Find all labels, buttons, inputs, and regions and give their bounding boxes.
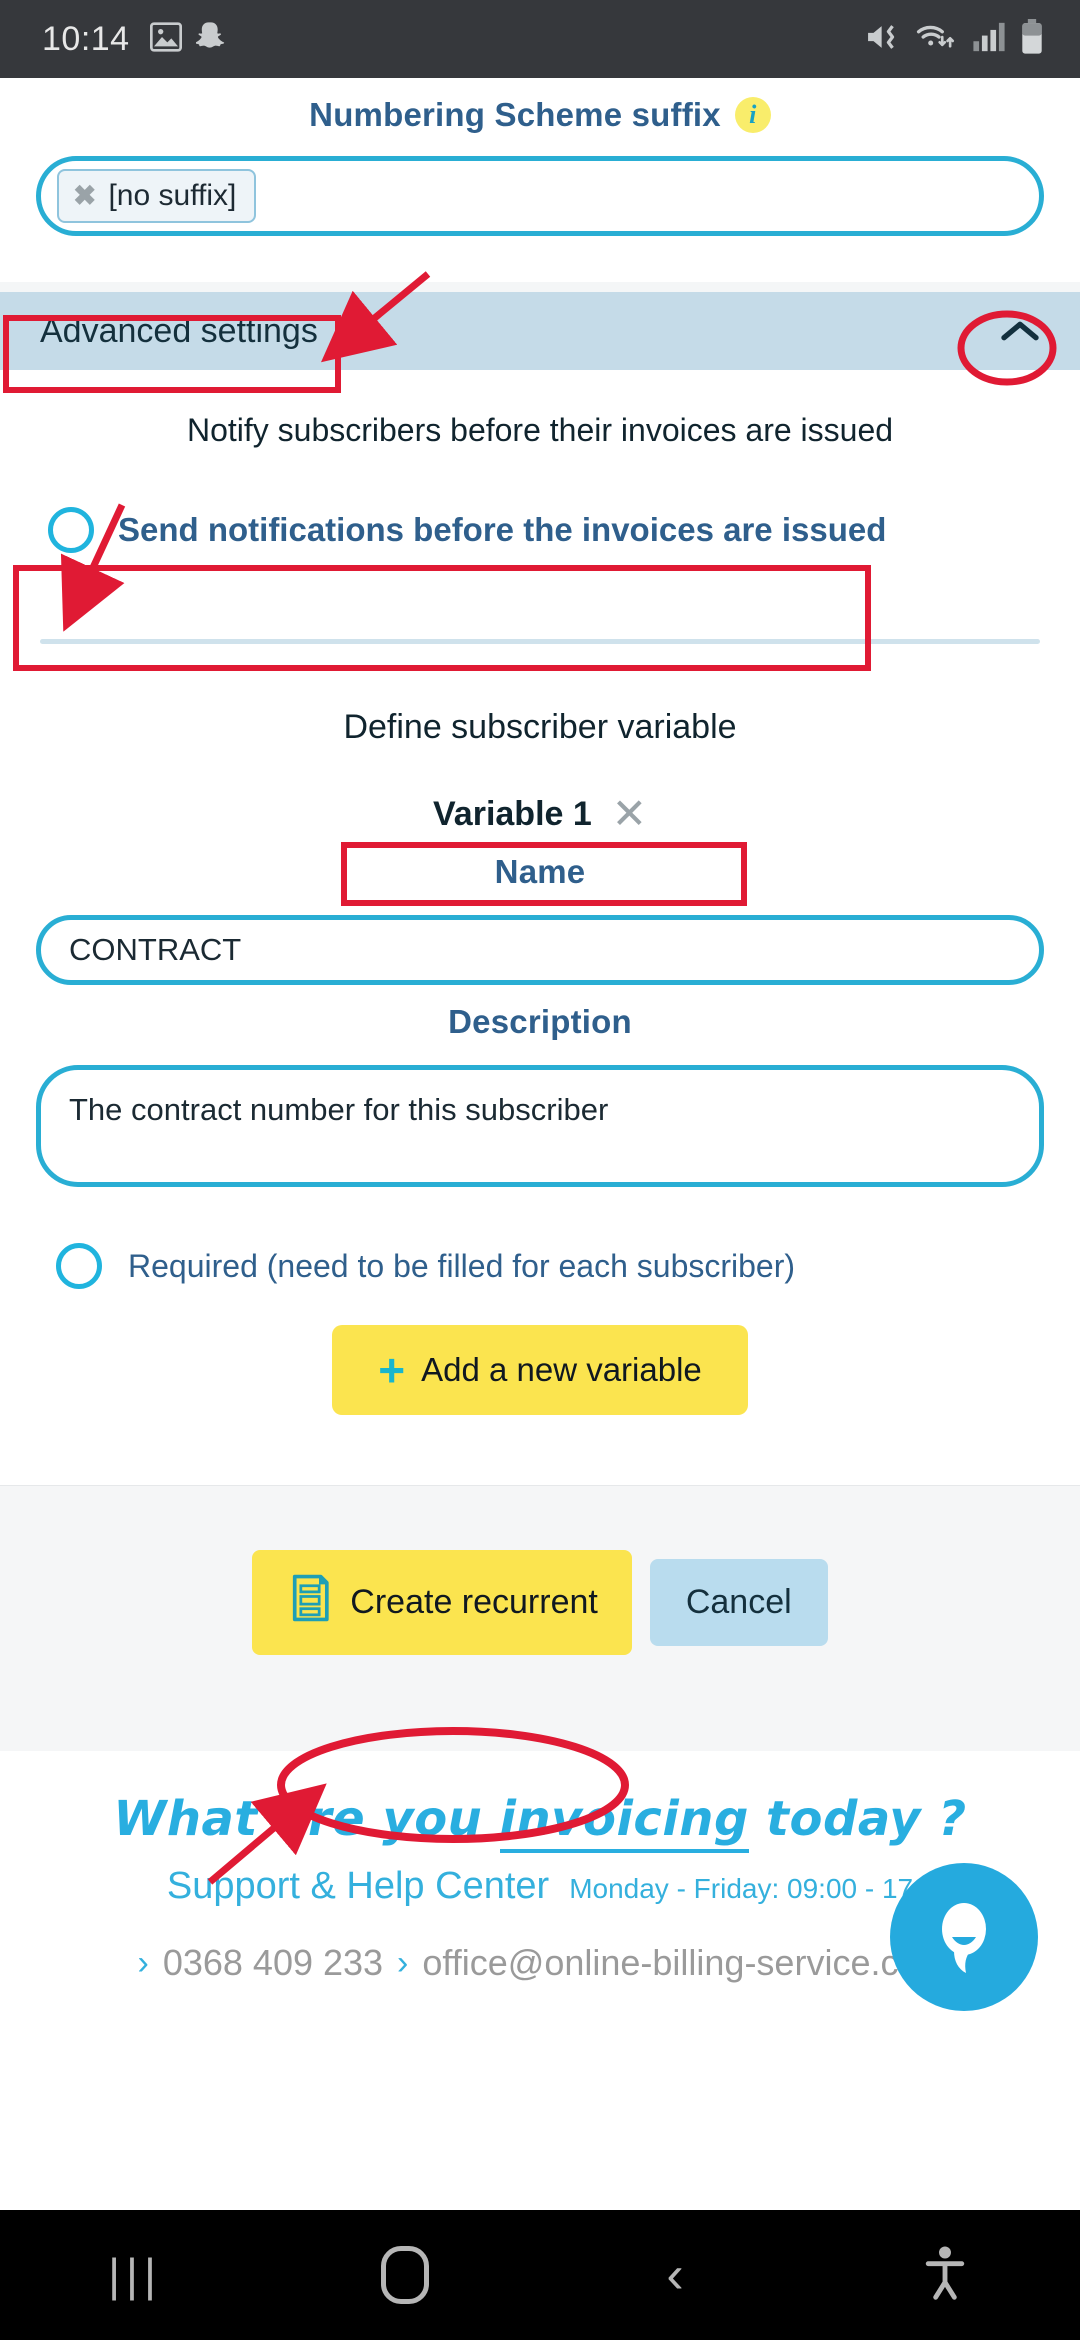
- numbering-scheme-label: Numbering Scheme suffix: [309, 96, 721, 133]
- suffix-chip[interactable]: ✖ [no suffix]: [57, 169, 257, 223]
- accessibility-icon: [922, 2245, 968, 2306]
- plus-icon: +: [378, 1344, 406, 1396]
- required-label: Required (need to be filled for each sub…: [128, 1247, 796, 1284]
- battery-icon: [1020, 18, 1044, 60]
- send-notifications-option[interactable]: Send notifications before the invoices a…: [0, 449, 1080, 553]
- variable-header: Variable 1 ✕: [0, 747, 1080, 835]
- image-icon: [149, 21, 182, 57]
- android-nav-bar: ||| ‹: [0, 2210, 1080, 2340]
- form-action-bar: Create recurrent Cancel: [0, 1485, 1080, 1751]
- variable-description-label: Description: [448, 1003, 632, 1040]
- page-content: Numbering Scheme suffix i ✖ [no suffix] …: [0, 78, 1080, 2011]
- notify-helper-text: Notify subscribers before their invoices…: [186, 412, 894, 448]
- nav-accessibility-button[interactable]: [810, 2245, 1080, 2306]
- required-option[interactable]: Required (need to be filled for each sub…: [0, 1187, 1080, 1289]
- chevron-up-icon[interactable]: [1000, 311, 1040, 351]
- add-new-variable-button[interactable]: + Add a new variable: [332, 1325, 748, 1415]
- phone-screen: 10:14 Numbering Scheme suffix i ✖ [no su…: [0, 0, 1080, 2340]
- slogan-part1: What are you: [113, 1791, 500, 1847]
- add-variable-wrap: + Add a new variable: [0, 1289, 1080, 1415]
- chip-label: [no suffix]: [108, 179, 237, 212]
- status-bar: 10:14: [0, 0, 1080, 78]
- slogan-underlined: invoicing: [499, 1791, 749, 1853]
- signal-icon: [972, 21, 1006, 58]
- add-new-variable-label: Add a new variable: [421, 1351, 702, 1388]
- send-notifications-radio[interactable]: [48, 507, 94, 553]
- numbering-scheme-label-row: Numbering Scheme suffix i: [0, 78, 1080, 146]
- slogan-part2: today ?: [748, 1791, 967, 1847]
- spacer: [0, 1415, 1080, 1485]
- back-icon: ‹: [666, 2246, 684, 2304]
- define-subscriber-variable-title: Define subscriber variable: [343, 708, 737, 746]
- status-bar-left-icons: [149, 21, 226, 58]
- snapchat-icon: [194, 21, 226, 58]
- info-icon[interactable]: i: [734, 97, 771, 133]
- variable-description-input[interactable]: The contract number for this subscriber: [36, 1065, 1044, 1187]
- advanced-settings-title: Advanced settings: [40, 311, 318, 350]
- create-recurrent-label: Create recurrent: [350, 1583, 598, 1621]
- notifications-section: Notify subscribers before their invoices…: [0, 370, 1080, 1485]
- variable-title: Variable 1: [433, 794, 592, 833]
- send-notifications-label: Send notifications before the invoices a…: [118, 511, 887, 548]
- cancel-button[interactable]: Cancel: [649, 1559, 828, 1646]
- status-bar-right-icons: [864, 18, 1044, 60]
- spacer: [0, 236, 1080, 282]
- invoice-icon: [286, 1572, 334, 1633]
- chat-widget-button[interactable]: [890, 1863, 1038, 2011]
- mute-vibrate-icon: [864, 20, 902, 59]
- chip-remove-icon[interactable]: ✖: [73, 182, 96, 210]
- numbering-scheme-suffix-input[interactable]: ✖ [no suffix]: [36, 156, 1044, 236]
- home-icon: [381, 2246, 429, 2304]
- create-recurrent-button[interactable]: Create recurrent: [252, 1550, 632, 1655]
- required-radio[interactable]: [56, 1243, 102, 1289]
- advanced-settings-header[interactable]: Advanced settings: [0, 292, 1080, 370]
- nav-back-button[interactable]: ‹: [540, 2249, 810, 2301]
- footer-slogan: What are you invoicing today ?: [0, 1791, 1080, 1853]
- chat-bubble-icon: [926, 1895, 1002, 1980]
- chevron-right-icon: ›: [397, 1943, 409, 1982]
- variable-name-input[interactable]: CONTRACT: [36, 915, 1044, 985]
- wifi-icon: [916, 20, 958, 59]
- site-footer: What are you invoicing today ? Support &…: [0, 1751, 1080, 2011]
- variable-name-label: Name: [494, 853, 586, 890]
- recent-apps-icon: |||: [108, 2249, 162, 2301]
- support-help-center-link[interactable]: Support & Help Center: [167, 1865, 549, 1908]
- remove-variable-icon[interactable]: ✕: [612, 793, 647, 835]
- numbering-scheme-section: Numbering Scheme suffix i ✖ [no suffix]: [0, 78, 1080, 292]
- status-bar-clock: 10:14: [42, 19, 130, 58]
- spacer: [0, 282, 1080, 292]
- footer-phone-link[interactable]: 0368 409 233: [163, 1942, 383, 1984]
- support-hours: Monday - Friday: 09:00 - 17: [569, 1873, 914, 1904]
- nav-recent-apps-button[interactable]: |||: [0, 2248, 270, 2302]
- nav-home-button[interactable]: [270, 2246, 540, 2304]
- footer-email-link[interactable]: office@online-billing-service.com: [422, 1942, 948, 1984]
- chevron-right-icon: ›: [137, 1943, 149, 1982]
